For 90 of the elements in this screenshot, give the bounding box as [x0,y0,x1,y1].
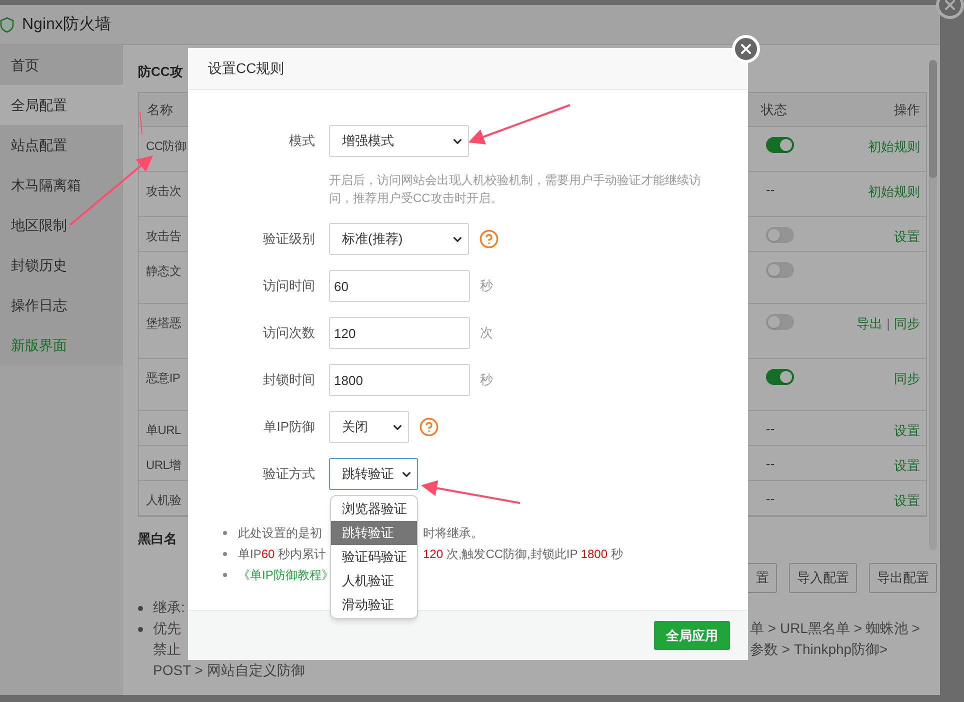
select-field[interactable]: 标准(推荐) [329,223,469,255]
table-cell-text: 攻击告 [146,228,182,245]
field-label: 访问时间 [262,277,315,296]
table-cell-text: 静态文 [146,263,182,280]
note-text: 单IP60 秒内累计 [238,546,326,560]
leader-line [140,112,142,134]
action-link[interactable]: 设置 [894,491,920,510]
number-field[interactable]: 60 [329,270,470,302]
action-link[interactable]: 同步 [894,369,920,388]
unit-label: 次 [480,324,493,342]
note-text: 120 次,触发CC防御,封锁此IP 1800 秒 [423,546,623,562]
section-heading: 黑白名 [138,530,177,548]
bullet-icon [223,572,227,576]
dropdown-option[interactable]: 浏览器验证 [331,497,417,521]
note-text: 时将继承。 [423,524,483,542]
sidebar-item[interactable]: 地区限制 [0,205,123,245]
table-cell-text: URL增 [146,457,182,474]
dropdown-option[interactable]: 滑动验证 [331,593,417,617]
action-link[interactable]: 设置 [894,227,920,246]
unit-label: 秒 [480,371,493,390]
dropdown-option[interactable]: 人机验证 [331,569,417,593]
section-heading: 防CC攻 [138,63,183,81]
sidebar-item[interactable]: 首页 [0,45,123,85]
number-field[interactable]: 120 [329,317,470,349]
toggle-switch[interactable] [766,227,794,243]
note-text: 继承: [153,599,185,615]
field-label: 验证方式 [262,465,315,484]
table-cell-text: 堡塔恶 [146,315,182,332]
table-cell-text: 恶意IP [146,370,182,387]
action-link[interactable]: 同步 [894,314,920,334]
note-text: 优先 [153,620,181,636]
field-label: 封锁时间 [262,371,315,390]
separator-text: | [886,315,890,333]
scrollbar[interactable] [929,60,937,550]
table-cell-text: 单URL [146,422,182,439]
sidebar-item[interactable]: 操作日志 [0,285,123,325]
note-text: 此处设置的是初 [238,526,322,540]
toggle-switch[interactable] [766,262,794,278]
table-cell-text: -- [766,455,775,474]
action-link[interactable]: 初始规则 [868,182,920,202]
sidebar-item[interactable]: 站点配置 [0,125,123,165]
table-cell-text: -- [766,420,775,438]
unit-label: 秒 [480,277,493,296]
bullet-icon [138,606,143,611]
bullet-icon [223,530,227,534]
dialog-title: 设置CC规则 [208,59,284,78]
field-label: 单IP防御 [262,418,315,436]
toggle-switch[interactable] [766,369,794,385]
sidebar-item[interactable]: 全局配置 [0,85,123,125]
help-icon[interactable] [419,417,439,437]
bullet-icon [138,627,143,632]
table-cell-text: -- [766,181,775,200]
note-text: 禁止 [153,641,181,657]
note-text: POST > 网站自定义防御 [153,662,305,678]
action-link[interactable]: 设置 [894,456,920,476]
action-link[interactable]: 设置 [894,421,920,440]
action-link[interactable]: 初始规则 [868,137,920,156]
window-title: Nginx防火墙 [22,14,111,34]
table-cell-text: CC防御 [146,138,188,155]
apply-button[interactable]: 全局应用 [654,621,730,650]
select-field[interactable]: 跳转验证 [329,458,418,490]
select-field[interactable]: 关闭 [329,411,409,443]
toggle-switch[interactable] [766,137,794,153]
number-field[interactable]: 1800 [329,364,470,396]
field-label: 验证级别 [262,230,315,248]
table-cell-text: 攻击次 [146,183,182,200]
bullet-icon [223,552,227,556]
config-button[interactable]: 导出配置 [869,563,937,593]
action-link[interactable]: 导出 [856,314,883,334]
dropdown-option[interactable]: 验证码验证 [331,545,417,569]
close-icon [942,0,958,13]
field-label: 模式 [288,132,315,150]
close-icon [738,41,754,57]
dropdown-option[interactable]: 跳转验证 [331,521,417,545]
field-label: 访问次数 [262,324,315,342]
note-text: 单 > URL黑名单 > 蜘蛛池 > [750,619,920,638]
sidebar-item[interactable]: 封锁历史 [0,245,123,285]
tutorial-link[interactable]: 《单IP防御教程》 [238,566,334,584]
table-cell-text: 人机验 [146,492,182,509]
toggle-switch[interactable] [766,314,794,330]
description-text: 开启后，访问网站会出现人机校验机制，需要用户手动验证才能继续访问，推荐用户受CC攻击时开启。 [329,172,702,207]
sidebar-item[interactable]: 木马隔离箱 [0,165,123,205]
table-cell-text: -- [766,490,775,508]
help-icon[interactable] [479,229,499,249]
column-header: 状态 [761,100,787,119]
note-text: 参数 > Thinkphp防御> [750,640,888,659]
column-header: 名称 [147,100,173,119]
config-button[interactable]: 导入配置 [789,563,857,593]
select-field[interactable]: 增强模式 [329,125,469,157]
column-header: 操作 [894,100,920,119]
